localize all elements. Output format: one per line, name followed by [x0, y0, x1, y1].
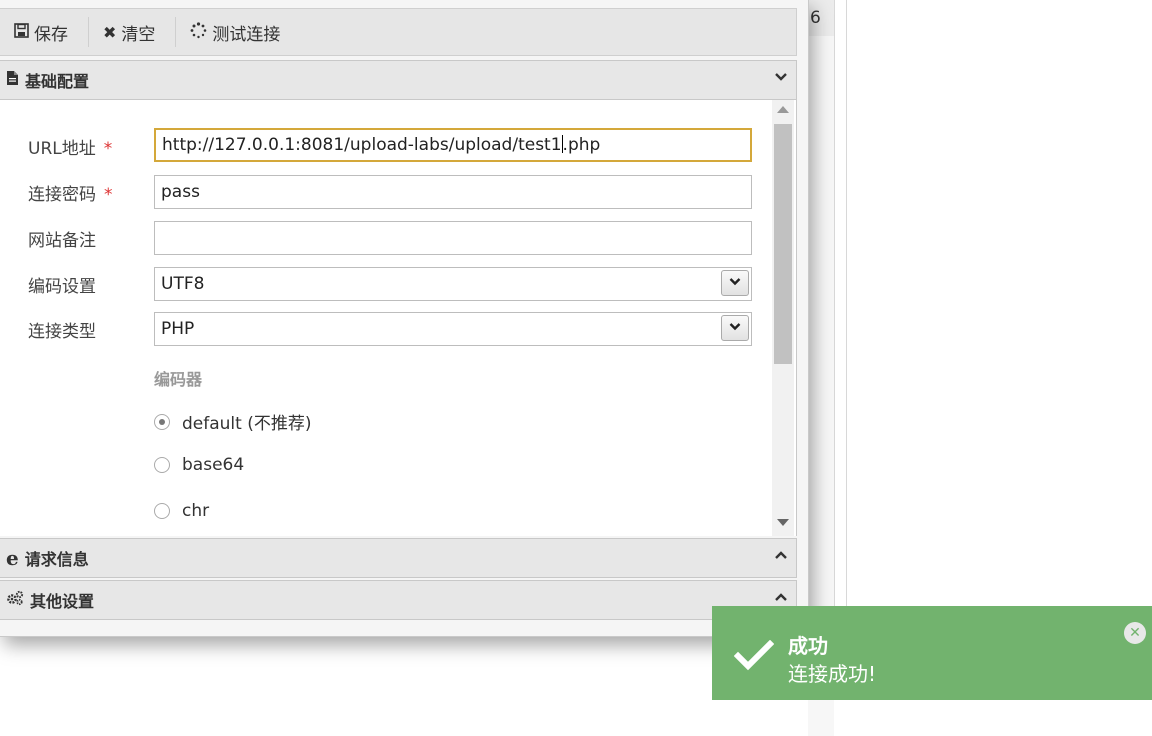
background-line-number: 6 [810, 8, 821, 28]
radio[interactable] [154, 503, 170, 519]
note-label: 网站备注 [28, 231, 96, 251]
toolbar: 保存 ✖ 清空 测试连接 [0, 8, 797, 56]
close-icon: ✖ [103, 22, 117, 42]
encoder-option-chr[interactable]: chr [154, 501, 209, 521]
encoder-option-base64[interactable]: base64 [154, 455, 244, 475]
scrollbar-thumb[interactable] [774, 124, 792, 364]
checkmark-icon [733, 639, 775, 672]
url-input[interactable]: http://127.0.0.1:8081/upload-labs/upload… [154, 128, 752, 162]
section-other-settings-title: 其他设置 [30, 592, 95, 611]
radio[interactable] [154, 457, 170, 473]
clear-label: 清空 [121, 24, 156, 45]
url-label: URL地址 * [28, 139, 113, 159]
section-request-info-header[interactable]: e 请求信息 [0, 538, 797, 578]
toast-title: 成功 [788, 634, 828, 658]
encoder-title: 编码器 [154, 370, 203, 389]
chevron-down-icon[interactable] [774, 70, 788, 86]
clear-button[interactable]: ✖ 清空 [89, 9, 175, 55]
connection-dialog: 保存 ✖ 清空 测试连接 基础配置 URL地址 * http://127.0.0.… [0, 0, 809, 637]
success-toast: 成功 连接成功! ✕ [712, 606, 1152, 700]
panel-scrollbar[interactable] [772, 100, 794, 536]
toast-close-icon[interactable]: ✕ [1124, 622, 1146, 644]
encoding-select[interactable]: UTF8 [154, 267, 752, 301]
radio-selected[interactable] [154, 413, 170, 430]
scroll-up-arrow-icon[interactable] [777, 106, 789, 113]
chevron-up-icon[interactable] [774, 548, 788, 564]
chevron-up-icon[interactable] [774, 590, 788, 606]
scroll-down-arrow-icon[interactable] [777, 519, 789, 526]
encoding-value: UTF8 [161, 274, 205, 294]
test-connection-label: 测试连接 [212, 24, 281, 45]
note-input[interactable] [154, 221, 752, 255]
connection-type-select[interactable]: PHP [154, 312, 752, 346]
connection-type-value: PHP [161, 319, 195, 339]
gears-icon [6, 590, 24, 610]
chevron-down-icon[interactable] [721, 315, 749, 341]
section-basic-config-header[interactable]: 基础配置 [0, 60, 797, 100]
spinner-icon [190, 21, 207, 43]
save-button[interactable]: 保存 [0, 9, 88, 55]
document-icon [6, 70, 19, 90]
required-mark: * [103, 139, 113, 159]
section-basic-config-title: 基础配置 [25, 72, 90, 91]
toast-message: 连接成功! [788, 662, 877, 686]
password-label: 连接密码 * [28, 185, 113, 205]
background-divider [834, 0, 835, 700]
section-request-info-title: 请求信息 [24, 550, 89, 569]
background-divider [846, 0, 847, 700]
test-connection-button[interactable]: 测试连接 [176, 9, 300, 55]
connection-type-label: 连接类型 [28, 322, 96, 342]
floppy-icon [14, 22, 29, 42]
ie-logo-icon: e [6, 546, 19, 570]
section-other-settings-header[interactable]: 其他设置 [0, 580, 797, 620]
password-input[interactable]: pass [154, 175, 752, 209]
required-mark: * [104, 185, 113, 205]
chevron-down-icon[interactable] [721, 270, 749, 296]
basic-config-panel: URL地址 * http://127.0.0.1:8081/upload-labs… [0, 100, 797, 536]
save-label: 保存 [34, 24, 68, 45]
encoding-label: 编码设置 [28, 277, 96, 297]
encoder-option-default[interactable]: default (不推荐) [154, 409, 311, 434]
